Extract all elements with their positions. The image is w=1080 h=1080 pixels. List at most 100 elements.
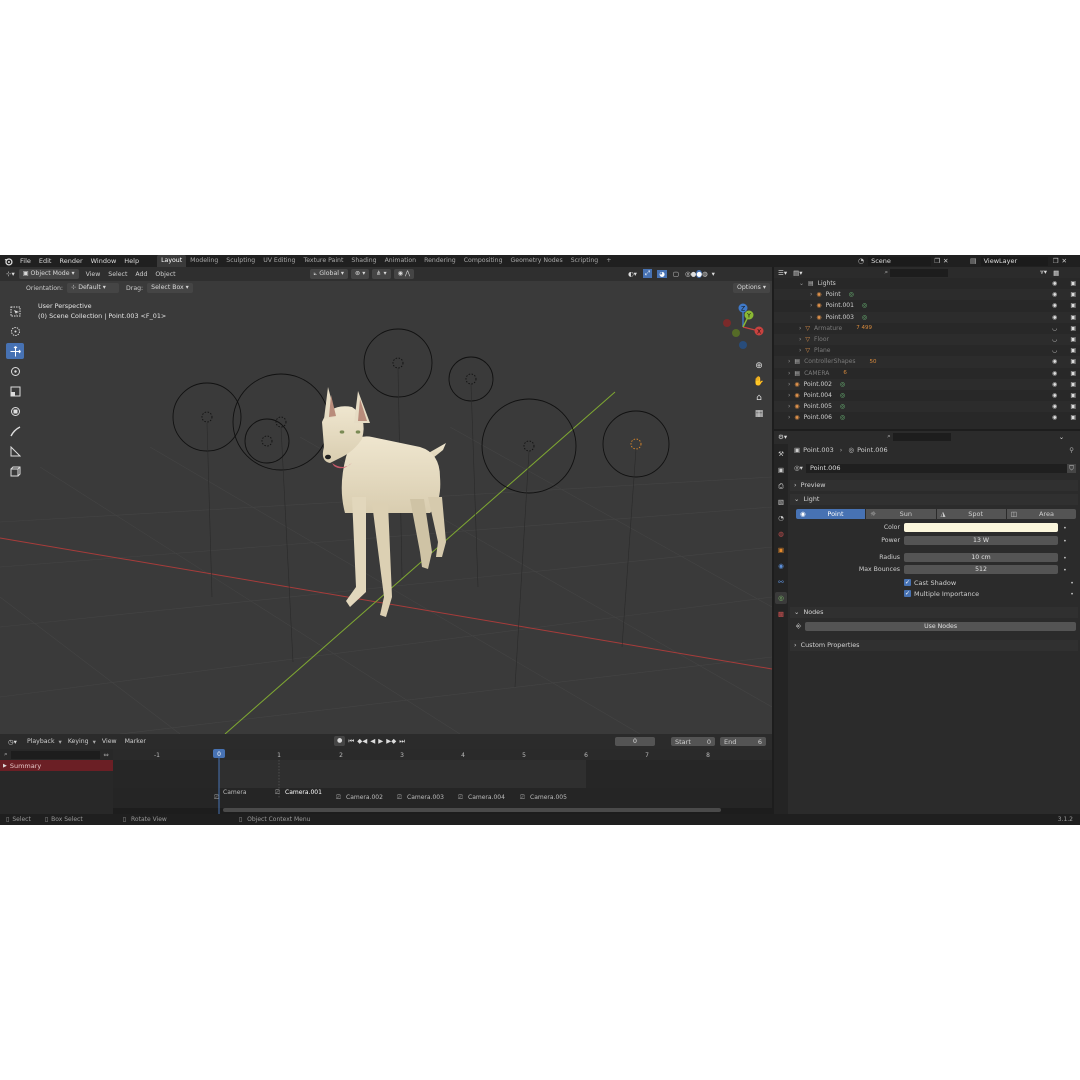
pan-hand-icon[interactable]: ✋: [752, 377, 766, 393]
object-tab-icon[interactable]: ▣: [775, 544, 787, 556]
timeline-frames[interactable]: -1 1 2 3 4 5 6 7 8 0 Camera Camera.001 C…: [113, 749, 772, 814]
outliner-editor-icon[interactable]: ☰▾: [778, 269, 787, 277]
collapsed-chevron-icon[interactable]: ›: [810, 291, 812, 298]
marker-camera-003[interactable]: Camera.003: [407, 794, 444, 801]
copy-view-layer-icon[interactable]: ❐: [1053, 257, 1059, 265]
channel-search[interactable]: ⌕ ⇔: [0, 749, 113, 760]
viewport-scene[interactable]: [0, 267, 772, 734]
annotate-tool-icon[interactable]: [6, 423, 24, 439]
outliner-row[interactable]: › ▤ CAMERA 6 ◉ ▣: [774, 368, 1080, 379]
collapsed-chevron-icon[interactable]: ›: [788, 414, 790, 421]
outliner-search-input[interactable]: [890, 268, 949, 277]
outliner-row[interactable]: › ▽ Plane ◡ ▣: [774, 345, 1080, 356]
navigation-gizmo[interactable]: Z X Y: [718, 301, 768, 353]
next-keyframe-icon[interactable]: ▶◆: [386, 737, 396, 745]
light-data-icon[interactable]: ◎: [840, 403, 845, 410]
menu-keying[interactable]: Keying: [64, 738, 93, 745]
view-layer-selector[interactable]: ▤ ViewLayer ❐ ✕: [970, 256, 1067, 266]
properties-search-input[interactable]: [892, 432, 951, 441]
nodes-section-header[interactable]: ⌄ Nodes: [790, 607, 1078, 618]
light-data-icon[interactable]: ◎: [862, 314, 867, 321]
outliner-row[interactable]: › ◉ Point.002 ◎ ◉ ▣: [774, 378, 1080, 390]
tab-sculpting[interactable]: Sculpting: [222, 255, 259, 267]
collapsed-chevron-icon[interactable]: ›: [788, 403, 790, 410]
outliner-row[interactable]: › ◉ Point.003 ◎ ◉ ▣: [774, 311, 1080, 323]
tab-shading[interactable]: Shading: [347, 255, 380, 267]
eye-icon[interactable]: ◉: [1052, 381, 1057, 388]
marker-camera-001[interactable]: Camera.001: [285, 789, 322, 796]
preview-section-header[interactable]: › Preview: [790, 480, 1078, 491]
delete-view-layer-icon[interactable]: ✕: [1061, 257, 1066, 265]
light-data-icon[interactable]: ◎: [840, 414, 845, 421]
current-frame-field[interactable]: 0: [615, 737, 655, 746]
tab-scripting[interactable]: Scripting: [567, 255, 603, 267]
tool-tab-icon[interactable]: ⚒: [775, 448, 787, 460]
copy-scene-icon[interactable]: ❐: [934, 257, 940, 265]
eye-icon[interactable]: ◉: [1052, 280, 1057, 287]
outliner-row[interactable]: › ▤ ControllerShapes 50 ◉ ▣: [774, 356, 1080, 368]
record-icon[interactable]: ●: [334, 736, 346, 746]
camera-render-icon[interactable]: ▣: [1070, 392, 1076, 399]
datablock-name-field[interactable]: Point.006: [805, 463, 1067, 473]
menu-edit[interactable]: Edit: [35, 255, 56, 267]
properties-options-icon[interactable]: ⌄: [1059, 433, 1064, 441]
camera-render-icon[interactable]: ▣: [1070, 370, 1076, 377]
menu-file[interactable]: File: [16, 255, 35, 267]
marker-camera-005[interactable]: Camera.005: [530, 794, 567, 801]
marker-camera-002[interactable]: Camera.002: [346, 794, 383, 801]
add-cube-tool-icon[interactable]: [6, 463, 24, 479]
modifiers-tab-icon[interactable]: ◉: [775, 560, 787, 572]
color-keyframe-icon[interactable]: •: [1063, 524, 1067, 532]
collapsed-chevron-icon[interactable]: ›: [810, 302, 812, 309]
camera-view-icon[interactable]: ⌂: [752, 393, 766, 409]
outliner-row[interactable]: › ▽ Floor ◡ ▣: [774, 333, 1080, 346]
radius-field[interactable]: 10 cm: [904, 553, 1058, 562]
outliner-row[interactable]: › ◉ Point ◎ ◉ ▣: [774, 289, 1080, 301]
light-data-icon[interactable]: ◎: [840, 392, 845, 399]
camera-render-icon[interactable]: ▣: [1070, 403, 1076, 410]
blender-logo-icon[interactable]: [4, 257, 13, 266]
marker-camera[interactable]: Camera: [223, 789, 247, 796]
collapsed-chevron-icon[interactable]: ›: [810, 314, 812, 321]
tab-texture-paint[interactable]: Texture Paint: [299, 255, 347, 267]
cursor-tool-icon[interactable]: [6, 323, 24, 339]
bounces-keyframe-icon[interactable]: •: [1063, 566, 1067, 574]
rotate-tool-icon[interactable]: [6, 363, 24, 379]
light-type-area[interactable]: ◫ Area: [1006, 508, 1076, 519]
camera-render-icon[interactable]: ▣: [1070, 325, 1076, 332]
outliner-row[interactable]: › ◉ Point.004 ◎ ◉ ▣: [774, 390, 1080, 401]
zoom-icon[interactable]: ⊕: [752, 361, 766, 377]
texture-tab-icon[interactable]: ▩: [775, 608, 787, 620]
jump-start-icon[interactable]: ⏮: [348, 737, 354, 746]
select-box-tool-icon[interactable]: [6, 303, 24, 319]
tab-animation[interactable]: Animation: [381, 255, 421, 267]
light-data-icon[interactable]: ◎: [862, 302, 867, 309]
swap-icon[interactable]: ⇔: [104, 751, 109, 759]
custom-properties-header[interactable]: › Custom Properties: [790, 640, 1078, 651]
properties-panel[interactable]: ⚙▾ ⌕ ⌄ ⚒ ▣ ⎙ ▧ ◔ ◍ ▣ ◉ ⚯ ◎ ▩ ▣ Point.003…: [774, 431, 1080, 814]
eye-icon[interactable]: ◉: [1052, 314, 1057, 321]
eye-icon[interactable]: ◉: [1052, 392, 1057, 399]
output-tab-icon[interactable]: ⎙: [775, 480, 787, 492]
play-reverse-icon[interactable]: ◀: [370, 737, 375, 745]
menu-marker[interactable]: Marker: [121, 738, 150, 745]
light-type-point[interactable]: ◉ Point: [796, 508, 866, 519]
tab-uv-editing[interactable]: UV Editing: [259, 255, 299, 267]
power-field[interactable]: 13 W: [904, 536, 1058, 545]
light-data-icon[interactable]: ◎: [840, 381, 845, 388]
menu-render[interactable]: Render: [55, 255, 86, 267]
light-data-tab-icon[interactable]: ◎: [775, 592, 787, 604]
multiple-importance-keyframe-icon[interactable]: •: [1070, 590, 1074, 598]
collapsed-chevron-icon[interactable]: ›: [788, 370, 790, 377]
end-frame-field[interactable]: End 6: [720, 737, 766, 746]
measure-tool-icon[interactable]: [6, 443, 24, 459]
channel-summary[interactable]: ▶ Summary: [0, 760, 113, 771]
eye-icon[interactable]: ◉: [1052, 414, 1057, 421]
datablock-type-icon[interactable]: ◎▾: [794, 464, 803, 472]
cast-shadow-keyframe-icon[interactable]: •: [1070, 579, 1074, 587]
delete-scene-icon[interactable]: ✕: [943, 257, 948, 265]
radius-keyframe-icon[interactable]: •: [1063, 554, 1067, 562]
move-tool-icon[interactable]: [6, 343, 24, 359]
collapsed-chevron-icon[interactable]: ›: [799, 347, 801, 354]
light-type-spot[interactable]: ◮ Spot: [936, 508, 1006, 519]
